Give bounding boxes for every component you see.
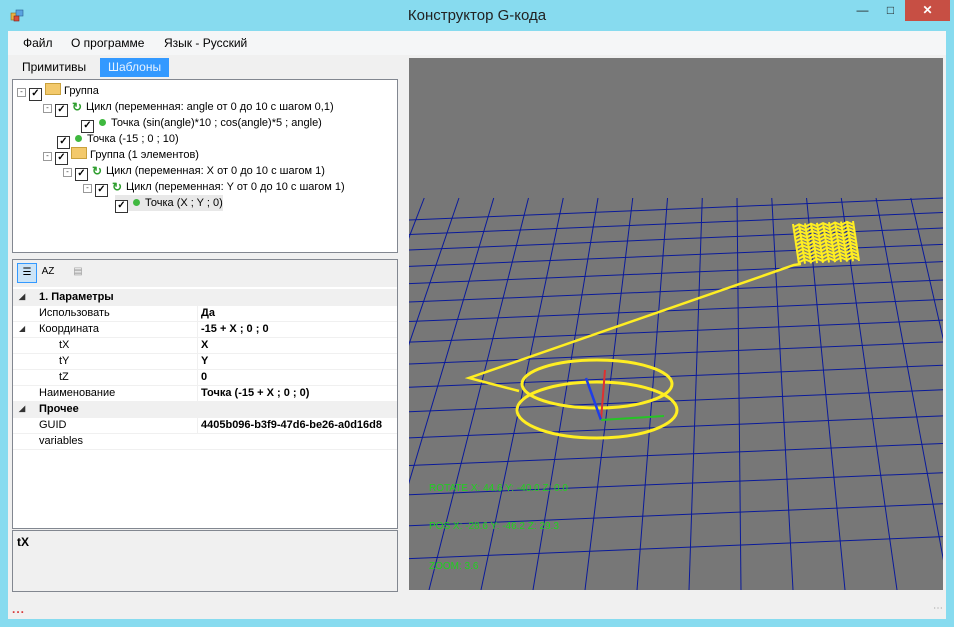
grid-line	[408, 279, 944, 303]
resize-grip-icon[interactable]: ⋯	[933, 603, 943, 614]
tree-node[interactable]: ✓ Точка (sin(angle)*10 ; cos(angle)*5 ; a…	[81, 115, 322, 133]
grid-line	[272, 197, 425, 591]
grid-line	[408, 197, 944, 221]
maximize-button[interactable]: □	[877, 0, 904, 21]
category-other[interactable]: ◢ Прочее	[13, 401, 397, 418]
folder-icon	[71, 147, 87, 159]
property-toolbar: ☰ AZ ▤	[13, 260, 397, 287]
collapse-icon[interactable]: -	[83, 184, 92, 193]
viewport-canvas[interactable]: ROTATE X: 44.6 Y: -40.0 Z: 0.0 POS X: -2…	[0, 58, 954, 591]
grid-line	[408, 261, 944, 285]
help-title: tX	[17, 535, 29, 549]
grid-line	[771, 197, 794, 591]
checkbox[interactable]: ✓	[29, 88, 42, 101]
zoom-readout: ZOOM: 3.6	[429, 561, 479, 572]
property-row[interactable]: variables	[13, 433, 397, 450]
tree-node[interactable]: ✓ Точка (-15 ; 0 ; 10)	[57, 131, 179, 149]
tree-node[interactable]: - ✓ Группа (1 элементов)	[43, 147, 199, 165]
title-bar: Конструктор G-кода — □ ✕	[0, 0, 954, 30]
grid-line	[408, 415, 944, 439]
app-window: Конструктор G-кода — □ ✕ Файл О программ…	[0, 0, 954, 627]
position-readout: POS X: -28.6 Y: -46.2 Z: 29.3	[429, 521, 559, 532]
point-icon	[99, 119, 106, 126]
grid-line	[688, 197, 703, 591]
menu-about[interactable]: О программе	[71, 36, 144, 50]
left-tabs: Примитивы Шаблоны	[8, 56, 404, 78]
sort-alpha-icon[interactable]: AZ	[39, 263, 57, 281]
loop-icon: ↻	[71, 100, 83, 114]
property-row[interactable]: ◢ Координата -15 + X ; 0 ; 0	[13, 321, 397, 338]
status-bar: ... ⋯	[8, 599, 946, 619]
folder-icon	[45, 83, 61, 95]
menu-language[interactable]: Язык - Русский	[164, 36, 247, 50]
grid-line	[408, 319, 944, 343]
property-help: tX	[12, 530, 398, 592]
3d-viewport[interactable]: ROTATE X: 44.6 Y: -40.0 Z: 0.0 POS X: -2…	[0, 58, 954, 591]
collapse-icon[interactable]: -	[43, 104, 52, 113]
grid-line	[408, 536, 944, 560]
tree-node[interactable]: - ✓ ↻ Цикл (переменная: X от 0 до 10 с шаго…	[63, 163, 325, 181]
rotate-readout: ROTATE X: 44.6 Y: -40.0 Z: 0.0	[429, 483, 568, 494]
tab-primitives[interactable]: Примитивы	[14, 58, 94, 77]
collapse-icon[interactable]: -	[43, 152, 52, 161]
client-area: Файл О программе Язык - Русский Примитив…	[0, 31, 954, 619]
grid-line	[875, 197, 950, 591]
point-icon	[133, 199, 140, 206]
checkbox[interactable]: ✓	[95, 184, 108, 197]
menu-file[interactable]: Файл	[23, 36, 53, 50]
categorized-icon[interactable]: ☰	[17, 263, 37, 283]
category-params[interactable]: ◢ 1. Параметры	[13, 289, 397, 306]
toolpath-raster	[792, 220, 860, 265]
close-button[interactable]: ✕	[905, 0, 950, 21]
status-text: ...	[12, 602, 26, 616]
tree-node[interactable]: - ✓ ↻ Цикл (переменная: Y от 0 до 10 с шаго…	[83, 179, 345, 197]
toolpath	[464, 220, 860, 440]
property-row[interactable]: tZ 0	[13, 369, 397, 386]
collapse-icon[interactable]: -	[63, 168, 72, 177]
checkbox[interactable]: ✓	[55, 104, 68, 117]
property-row[interactable]: GUID 4405b096-b3f9-47d6-be26-a0d16d8	[13, 417, 397, 434]
property-row[interactable]: Использовать Да	[13, 305, 397, 322]
tree-node[interactable]: - ✓ ↻ Цикл (переменная: angle от 0 до 10 с …	[43, 99, 334, 117]
collapse-icon[interactable]: ◢	[19, 401, 25, 417]
tab-templates[interactable]: Шаблоны	[100, 58, 170, 77]
property-row[interactable]: tY Y	[13, 353, 397, 370]
menu-bar: Файл О программе Язык - Русский	[8, 31, 946, 55]
window-title: Конструктор G-кода	[407, 7, 547, 24]
loop-icon: ↻	[91, 164, 103, 178]
grid-line	[736, 197, 742, 591]
tree-node[interactable]: - ✓ Группа	[17, 83, 99, 101]
object-tree: - ✓ Группа - ✓ ↻ Цикл (переменная: angle от 0…	[12, 79, 398, 253]
property-pages-icon[interactable]: ▤	[69, 263, 87, 281]
grid-line	[408, 298, 944, 322]
collapse-icon[interactable]: ◢	[19, 321, 25, 337]
property-row[interactable]: tX X	[13, 337, 397, 354]
grid-line	[408, 442, 944, 466]
minimize-button[interactable]: —	[849, 0, 876, 21]
toolpath-line	[464, 262, 802, 393]
tree-node-selected[interactable]: ✓ Точка (X ; Y ; 0)	[115, 195, 223, 213]
property-grid: ☰ AZ ▤ ◢ 1. Параметры Использовать Да ◢ …	[12, 259, 398, 529]
point-icon	[75, 135, 82, 142]
checkbox[interactable]: ✓	[115, 200, 128, 213]
loop-icon: ↻	[111, 180, 123, 194]
property-row[interactable]: Наименование Точка (-15 + X ; 0 ; 0)	[13, 385, 397, 402]
toolpath-ellipse	[520, 358, 674, 410]
collapse-icon[interactable]: ◢	[19, 289, 25, 305]
grid-line	[408, 243, 944, 267]
collapse-icon[interactable]: -	[17, 88, 26, 97]
